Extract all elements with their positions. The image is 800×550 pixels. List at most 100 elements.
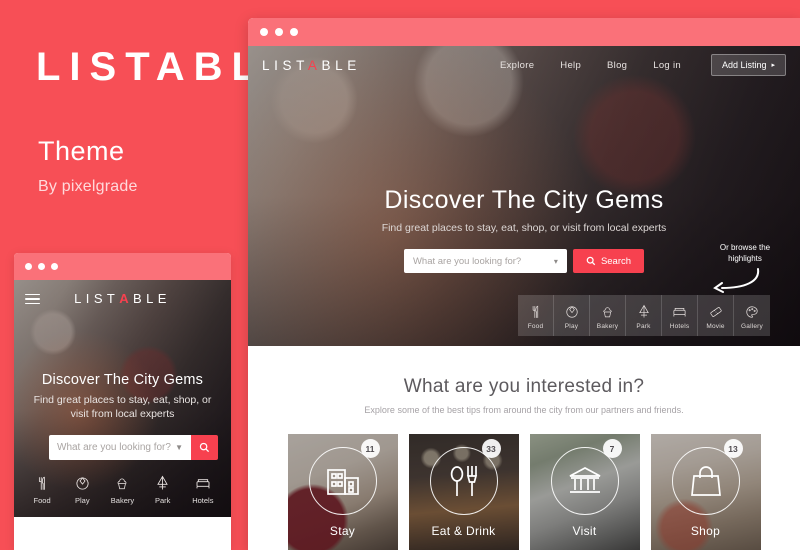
category-cards: 11 Stay 33 Eat & Drink 7 Visit 13 Shop <box>248 434 800 550</box>
cupcake-icon <box>603 306 612 317</box>
chevron-down-icon: ▼ <box>175 443 183 452</box>
hero-category-label: Movie <box>706 323 725 330</box>
window-dot-minimize[interactable] <box>38 263 45 270</box>
mobile-search-button[interactable] <box>191 435 218 460</box>
category-card-eat-drink[interactable]: 33 Eat & Drink <box>408 434 519 550</box>
mobile-category-label: Park <box>154 496 171 505</box>
spoon-fork-icon <box>450 466 477 496</box>
promo-author: By pixelgrade <box>38 178 138 195</box>
mobile-search-placeholder: What are you looking for? <box>57 442 171 453</box>
hero-category-label: Food <box>527 323 544 330</box>
card-count-badge: 33 <box>481 439 501 458</box>
hero-category-hotels[interactable]: Hotels <box>662 295 698 336</box>
search-icon <box>199 442 210 453</box>
hero-category-park[interactable]: Park <box>626 295 662 336</box>
window-dot-maximize[interactable] <box>51 263 58 270</box>
section-title: What are you interested in? <box>403 376 645 397</box>
bed-icon <box>673 308 686 317</box>
nav-link-blog[interactable]: Blog <box>607 60 627 71</box>
browser-window: LISTABLE Explore Help Blog Log in Add Li… <box>248 18 800 550</box>
logo-pre: LIST <box>262 57 308 73</box>
mobile-search-row: What are you looking for? ▼ <box>49 435 218 460</box>
mobile-category-label: Food <box>33 496 51 505</box>
hero-category-label: Hotels <box>669 323 690 330</box>
hero-category-bakery[interactable]: Bakery <box>590 295 626 336</box>
mobile-hero-subtitle: Find great places to stay, eat, shop, or… <box>33 394 212 420</box>
hero-category-gallery[interactable]: Gallery <box>734 295 770 336</box>
palette-icon <box>746 305 758 318</box>
promo-panel: LISTABLE Theme By pixelgrade LISTABLE Di… <box>0 0 301 550</box>
search-button-label: Search <box>600 255 632 267</box>
mobile-category-label: Bakery <box>110 496 135 505</box>
interest-section: What are you interested in? Explore some… <box>248 346 800 550</box>
building-icon <box>326 469 359 495</box>
search-icon <box>586 256 596 266</box>
mobile-logo-post: BLE <box>133 291 171 306</box>
card-label: Shop <box>690 524 721 538</box>
nav-link-explore[interactable]: Explore <box>500 60 534 71</box>
card-count-badge: 7 <box>602 439 622 458</box>
card-label: Eat & Drink <box>431 524 496 538</box>
site-logo[interactable]: LISTABLE <box>262 58 361 73</box>
mobile-category-hotels[interactable]: Hotels <box>184 472 222 505</box>
mobile-category-play[interactable]: Play <box>63 472 101 505</box>
mobile-browser-chrome <box>14 253 231 280</box>
promo-title: LISTABLE <box>36 45 301 89</box>
section-subtitle: Explore some of the best tips from aroun… <box>364 405 684 415</box>
window-dot-close[interactable] <box>25 263 32 270</box>
chevron-down-icon: ▾ <box>553 256 558 266</box>
card-label: Stay <box>329 524 356 538</box>
tree-icon <box>638 304 649 318</box>
navbar: LISTABLE Explore Help Blog Log in Add Li… <box>248 46 800 84</box>
nav-link-help[interactable]: Help <box>560 60 581 71</box>
browser-chrome <box>248 18 800 46</box>
hero-category-movie[interactable]: Movie <box>698 295 734 336</box>
bed-icon <box>196 479 210 489</box>
mobile-content-area <box>14 517 231 550</box>
caret-right-icon: ▸ <box>771 62 775 69</box>
nav-links: Explore Help Blog Log in Add Listing ▸ <box>500 54 786 76</box>
cupcake-icon <box>118 477 127 489</box>
mobile-hero-title: Discover The City Gems <box>41 372 204 388</box>
card-count-badge: 13 <box>723 439 743 458</box>
hero-category-food[interactable]: Food <box>518 295 554 336</box>
window-dot-maximize[interactable] <box>290 28 298 36</box>
museum-icon <box>569 467 600 493</box>
mobile-category-label: Play <box>74 496 90 505</box>
hero-category-bar: Food Play Bakery Park Hotels Movie Galle… <box>518 295 770 336</box>
hero-category-label: Park <box>636 323 651 330</box>
window-dot-minimize[interactable] <box>275 28 283 36</box>
mobile-category-bakery[interactable]: Bakery <box>103 472 141 505</box>
category-card-stay[interactable]: 11 Stay <box>287 434 398 550</box>
ball-icon <box>76 476 89 490</box>
add-listing-label: Add Listing <box>721 60 767 70</box>
shopping-bag-icon <box>690 466 721 496</box>
card-count-badge: 11 <box>360 439 380 458</box>
mobile-category-park[interactable]: Park <box>144 472 182 505</box>
nav-link-login[interactable]: Log in <box>653 60 681 71</box>
logo-accent: A <box>307 57 322 73</box>
mobile-logo-accent: A <box>119 291 134 306</box>
fork-knife-icon <box>532 305 538 318</box>
category-card-visit[interactable]: 7 Visit <box>529 434 640 550</box>
ticket-icon <box>709 306 722 317</box>
add-listing-button[interactable]: Add Listing ▸ <box>710 54 786 76</box>
tree-icon <box>157 475 168 490</box>
browse-highlights-note: Or browse the highlights <box>702 242 788 298</box>
hero-category-play[interactable]: Play <box>554 295 590 336</box>
window-dot-close[interactable] <box>260 28 268 36</box>
mobile-logo[interactable]: LISTABLE <box>14 290 231 308</box>
mobile-search-input[interactable]: What are you looking for? ▼ <box>49 435 191 460</box>
search-category-select[interactable]: What are you looking for? ▾ <box>403 249 567 273</box>
curved-arrow-left-icon <box>713 268 760 293</box>
ball-icon <box>565 305 578 318</box>
mobile-navbar: LISTABLE <box>14 280 231 318</box>
mobile-category-bar: Food Play Bakery Park Hotels <box>14 472 231 505</box>
mobile-category-food[interactable]: Food <box>23 472 61 505</box>
fork-knife-icon <box>38 476 45 490</box>
mobile-mockup: LISTABLE Discover The City Gems Find gre… <box>14 253 231 550</box>
hero-section: LISTABLE Explore Help Blog Log in Add Li… <box>248 46 800 346</box>
logo-post: BLE <box>321 57 361 73</box>
search-button[interactable]: Search <box>572 249 645 273</box>
category-card-shop[interactable]: 13 Shop <box>650 434 761 550</box>
